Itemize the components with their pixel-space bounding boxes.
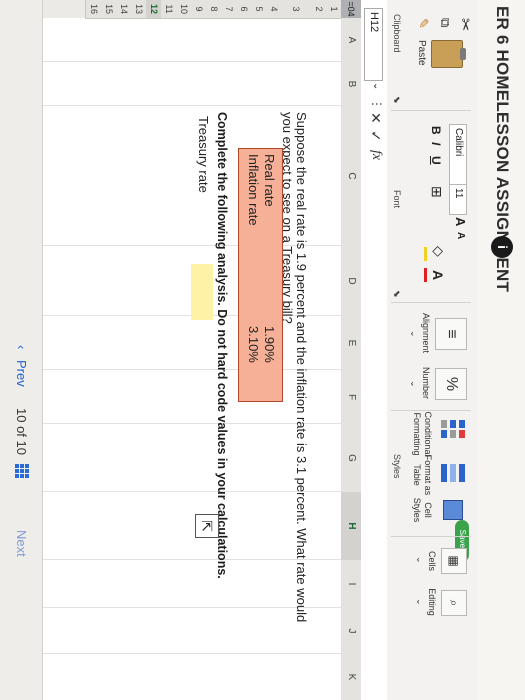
column-header-k[interactable]: K [340,654,361,700]
column-header-h[interactable]: H [339,492,361,561]
assignment-header: ER 6 HOMELESSON ASSIGNMENT i [476,0,525,700]
cell-styles-icon[interactable] [437,500,467,526]
row-header-2[interactable]: 2 [310,0,326,19]
cells-icon[interactable]: ▦ [441,548,467,574]
question-grid-icon[interactable] [14,464,29,479]
real-rate-value[interactable]: 1.90% [262,326,277,363]
pager: ‹ Prev 10 of 10 Next [0,0,43,700]
font-label: Font [392,190,402,209]
row-header-11[interactable]: 11 [160,0,176,19]
cursor-icon: ⇱ [195,514,219,538]
shrink-font-button[interactable]: A [455,232,466,239]
cut-icon[interactable]: ✂ [455,18,475,31]
cells-label[interactable]: Cells [426,546,437,576]
chevron-down-icon[interactable]: ⌄ [414,598,425,606]
borders-icon[interactable]: ⊞ [428,186,445,198]
chevron-down-icon[interactable]: ⌄ [408,380,419,388]
prev-chevron-icon[interactable]: ‹ [14,345,29,349]
column-header-i[interactable]: I [340,560,361,609]
font-size-select[interactable]: 11 [449,184,467,215]
grow-font-button[interactable]: A [453,217,468,226]
left-tab[interactable]: =04 [341,0,361,18]
format-painter-icon[interactable]: ✎ [415,18,431,29]
name-box[interactable]: H12 [364,8,383,81]
inflation-rate-label[interactable]: Inflation rate [246,154,261,226]
format-as-table-icon[interactable] [437,464,467,490]
ribbon: Saved ✂ ⧉ ✎ Paste Clipboard ⬊ Calibri 11… [386,0,477,700]
fill-color-swatch [424,247,427,261]
font-name-select[interactable]: Calibri [449,124,467,185]
paste-label[interactable]: Paste [416,40,427,66]
real-rate-label[interactable]: Real rate [262,154,277,207]
row-header-13[interactable]: 13 [130,0,146,19]
enter-icon[interactable]: ✓ [367,130,384,142]
cancel-icon[interactable]: ✕ [367,112,384,124]
column-header-b[interactable]: B [340,62,361,107]
conditional-formatting-label[interactable]: Conditional Formatting [411,408,433,460]
prev-button[interactable]: Prev [14,360,29,387]
treasury-rate-label[interactable]: Treasury rate [196,116,211,193]
clipboard-label: Clipboard [392,14,402,53]
insert-function-icon[interactable]: fx [368,150,384,160]
ribbon-divider [391,302,471,303]
clipboard-launcher-icon[interactable]: ⬊ [391,96,402,104]
rotated-view: ER 6 HOMELESSON ASSIGNMENT i Saved ✂ ⧉ ✎… [0,0,525,700]
row-header-3[interactable]: 3 [280,0,311,19]
column-header-e[interactable]: E [340,316,361,371]
question-line-1[interactable]: Suppose the real rate is 1.9 percent and… [294,112,309,622]
bold-button[interactable]: B [429,126,443,135]
ribbon-divider [391,110,471,111]
row-header-1[interactable]: 1 [325,0,341,19]
cell-styles-label[interactable]: Cell Styles [411,494,433,526]
styles-label: Styles [392,454,402,479]
column-header-f[interactable]: F [340,370,361,425]
page-position: 10 of 10 [14,408,29,455]
formula-bar: H12 ⌄ ⋮ ✕ ✓ fx [360,0,387,700]
underline-button[interactable]: U [429,156,443,165]
name-box-chevron-icon[interactable]: ⌄ [371,82,382,90]
row-header-5[interactable]: 5 [250,0,266,19]
editing-icon[interactable]: ⌕ [441,590,467,616]
row-header-6[interactable]: 6 [235,0,251,19]
instruction-text[interactable]: Complete the following analysis. Do not … [215,112,229,579]
percent-icon[interactable]: % [435,368,467,400]
fill-color-icon[interactable]: ◇ [430,246,447,257]
treasury-rate-input-cell[interactable] [191,264,213,320]
conditional-formatting-icon[interactable] [437,420,467,446]
chevron-down-icon[interactable]: ⌄ [414,556,425,564]
paste-icon[interactable] [431,40,463,68]
inflation-rate-value[interactable]: 3.10% [246,326,261,363]
row-header-9[interactable]: 9 [190,0,206,19]
row-header-8[interactable]: 8 [205,0,221,19]
info-icon[interactable]: i [491,236,513,258]
next-button[interactable]: Next [14,530,29,557]
number-label[interactable]: Number [420,360,431,406]
column-header-d[interactable]: D [340,246,361,317]
column-header-c[interactable]: C [340,106,361,247]
font-color-icon[interactable]: A [430,270,446,280]
format-as-table-label[interactable]: Format as Table [411,454,433,496]
italic-button[interactable]: I [429,142,443,145]
ribbon-divider [391,536,471,537]
column-header-a[interactable]: A [340,18,361,63]
column-header-j[interactable]: J [340,608,361,655]
row-header-15[interactable]: 15 [100,0,116,19]
font-color-swatch [424,268,427,282]
row-header-14[interactable]: 14 [115,0,131,19]
row-header-10[interactable]: 10 [175,0,191,19]
more-icon[interactable]: ⋮ [370,98,384,110]
copy-icon[interactable]: ⧉ [437,18,453,27]
screenshot-stage: ER 6 HOMELESSON ASSIGNMENT i Saved ✂ ⧉ ✎… [0,0,525,700]
alignment-label[interactable]: Alignment [420,306,431,360]
row-header-16[interactable]: 16 [85,0,101,19]
row-header-12[interactable]: 12 [145,0,161,19]
alignment-icon[interactable]: ≡ [435,318,467,350]
column-header-g[interactable]: G [340,424,361,493]
row-header-4[interactable]: 4 [265,0,281,19]
chevron-down-icon[interactable]: ⌄ [408,330,419,338]
row-header-7[interactable]: 7 [220,0,236,19]
font-launcher-icon[interactable]: ⬊ [391,290,402,298]
editing-label[interactable]: Editing [426,584,437,620]
